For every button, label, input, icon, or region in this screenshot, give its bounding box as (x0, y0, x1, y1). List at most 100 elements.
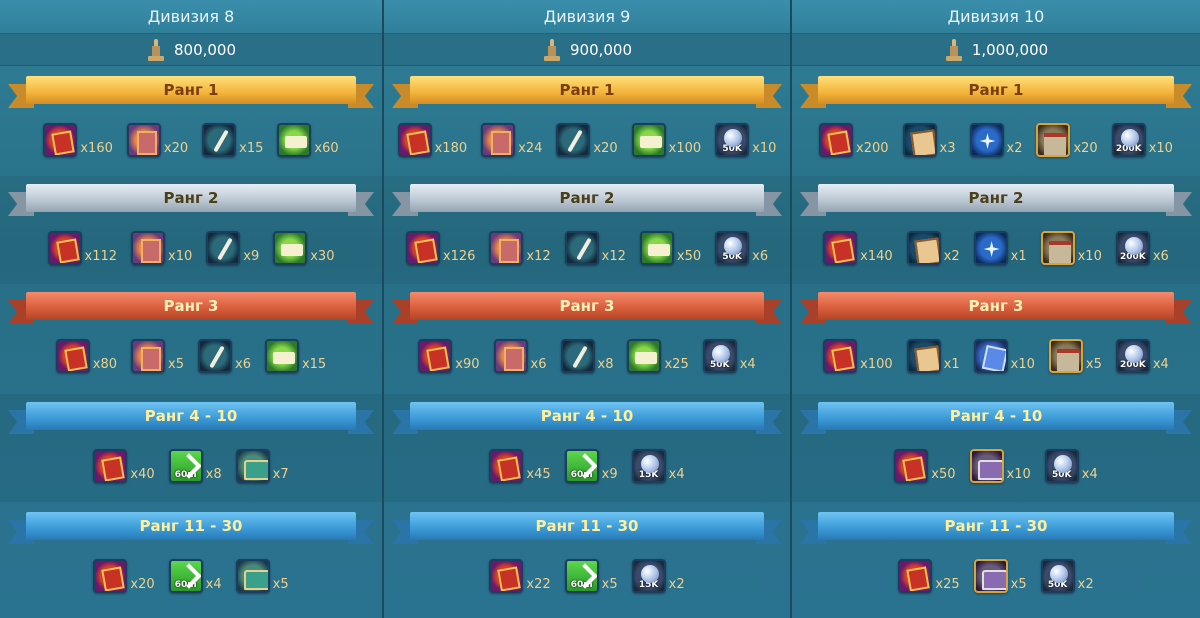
reward-item[interactable]: 50K x6 (715, 231, 768, 265)
greenbook-icon[interactable] (627, 339, 662, 373)
greenbook-icon[interactable] (273, 231, 308, 265)
redbook-icon[interactable] (489, 559, 524, 593)
reward-item[interactable]: 50K x2 (1040, 559, 1094, 593)
broom-icon[interactable] (202, 123, 237, 157)
broom-icon[interactable] (560, 339, 595, 373)
reward-item[interactable]: x2 (969, 123, 1022, 157)
crystal-icon[interactable]: 200K (1115, 231, 1150, 265)
reward-item[interactable]: x10 (131, 231, 192, 265)
crystal-icon[interactable]: 200K (1111, 123, 1146, 157)
scroll-icon[interactable] (906, 339, 941, 373)
reward-item[interactable]: 60m x4 (168, 559, 222, 593)
crystal-icon[interactable]: 50K (715, 123, 750, 157)
reward-item[interactable]: x6 (493, 339, 547, 373)
pinkbook-icon[interactable] (493, 339, 528, 373)
reward-item[interactable]: x100 (631, 123, 701, 157)
reward-item[interactable]: x12 (489, 231, 551, 265)
reward-item[interactable]: x140 (823, 231, 893, 265)
crystal-icon[interactable]: 200K (1115, 339, 1150, 373)
chest2-icon[interactable] (973, 559, 1008, 593)
crystal-icon[interactable]: 50K (1044, 449, 1079, 483)
reward-item[interactable]: 200K x6 (1115, 231, 1169, 265)
pinkbook-icon[interactable] (131, 231, 166, 265)
greenbook-icon[interactable] (264, 339, 299, 373)
crystal-icon[interactable]: 50K (702, 339, 737, 373)
reward-item[interactable]: x40 (93, 449, 155, 483)
scroll-icon[interactable] (906, 231, 941, 265)
reward-item[interactable]: x112 (47, 231, 117, 265)
reward-item[interactable]: 50K x10 (715, 123, 776, 157)
redbook-icon[interactable] (894, 449, 929, 483)
reward-item[interactable]: x24 (481, 123, 542, 157)
reward-item[interactable]: x200 (819, 123, 889, 157)
reward-item[interactable]: x6 (198, 339, 251, 373)
reward-item[interactable]: x5 (1048, 339, 1102, 373)
redbook-icon[interactable] (823, 339, 858, 373)
reward-item[interactable]: x10 (973, 339, 1035, 373)
pinkbook-icon[interactable] (489, 231, 524, 265)
redbook-icon[interactable] (898, 559, 933, 593)
castle-icon[interactable] (1048, 339, 1083, 373)
greenbook-icon[interactable] (631, 123, 666, 157)
reward-item[interactable]: x20 (556, 123, 618, 157)
reward-item[interactable]: x90 (418, 339, 480, 373)
reward-item[interactable]: x20 (1036, 123, 1098, 157)
reward-item[interactable]: x1 (973, 231, 1027, 265)
pinkbook-icon[interactable] (126, 123, 161, 157)
star-icon[interactable] (969, 123, 1004, 157)
reward-item[interactable]: x5 (973, 559, 1027, 593)
redbook-icon[interactable] (418, 339, 453, 373)
reward-item[interactable]: 200K x10 (1111, 123, 1173, 157)
reward-item[interactable]: x5 (131, 339, 184, 373)
reward-item[interactable]: 60m x9 (564, 449, 618, 483)
reward-item[interactable]: x50 (894, 449, 956, 483)
crystal-icon[interactable]: 50K (1040, 559, 1075, 593)
gem-icon[interactable] (973, 339, 1008, 373)
reward-item[interactable]: x7 (235, 449, 289, 483)
reward-item[interactable]: 50K x4 (702, 339, 756, 373)
broom-icon[interactable] (198, 339, 232, 373)
reward-item[interactable]: x2 (906, 231, 960, 265)
reward-item[interactable]: 15K x4 (631, 449, 685, 483)
crystal-icon[interactable]: 50K (715, 231, 750, 265)
reward-item[interactable]: x100 (823, 339, 893, 373)
redbook-icon[interactable] (405, 231, 440, 265)
pinkbook-icon[interactable] (481, 123, 516, 157)
redbook-icon[interactable] (489, 449, 524, 483)
speed-icon[interactable]: 60m (168, 559, 203, 593)
redbook-icon[interactable] (93, 449, 128, 483)
reward-item[interactable]: x180 (397, 123, 467, 157)
redbook-icon[interactable] (55, 339, 90, 373)
broom-icon[interactable] (206, 231, 241, 265)
castle-icon[interactable] (1040, 231, 1075, 265)
reward-item[interactable]: x15 (202, 123, 263, 157)
reward-item[interactable]: x20 (93, 559, 155, 593)
reward-item[interactable]: x25 (627, 339, 689, 373)
redbook-icon[interactable] (819, 123, 854, 157)
reward-item[interactable]: x60 (277, 123, 339, 157)
reward-item[interactable]: x3 (902, 123, 956, 157)
reward-item[interactable]: 50K x4 (1044, 449, 1098, 483)
reward-item[interactable]: x1 (906, 339, 960, 373)
broom-icon[interactable] (564, 231, 599, 265)
redbook-icon[interactable] (43, 123, 78, 157)
reward-item[interactable]: x15 (264, 339, 326, 373)
reward-item[interactable]: x25 (898, 559, 960, 593)
scroll-icon[interactable] (902, 123, 937, 157)
reward-item[interactable]: x80 (55, 339, 117, 373)
pinkbook-icon[interactable] (131, 339, 166, 373)
reward-item[interactable]: x8 (560, 339, 613, 373)
reward-item[interactable]: x160 (43, 123, 113, 157)
speed-icon[interactable]: 60m (168, 449, 203, 483)
chest-icon[interactable] (235, 449, 270, 483)
reward-item[interactable]: x45 (489, 449, 551, 483)
reward-item[interactable]: x10 (969, 449, 1031, 483)
crystal-icon[interactable]: 15K (631, 449, 666, 483)
reward-item[interactable]: x5 (235, 559, 289, 593)
crystal-icon[interactable]: 15K (631, 559, 666, 593)
reward-item[interactable]: 60m x8 (168, 449, 222, 483)
castle-icon[interactable] (1036, 123, 1071, 157)
reward-item[interactable]: x9 (206, 231, 259, 265)
reward-item[interactable]: 200K x4 (1115, 339, 1169, 373)
redbook-icon[interactable] (93, 559, 128, 593)
